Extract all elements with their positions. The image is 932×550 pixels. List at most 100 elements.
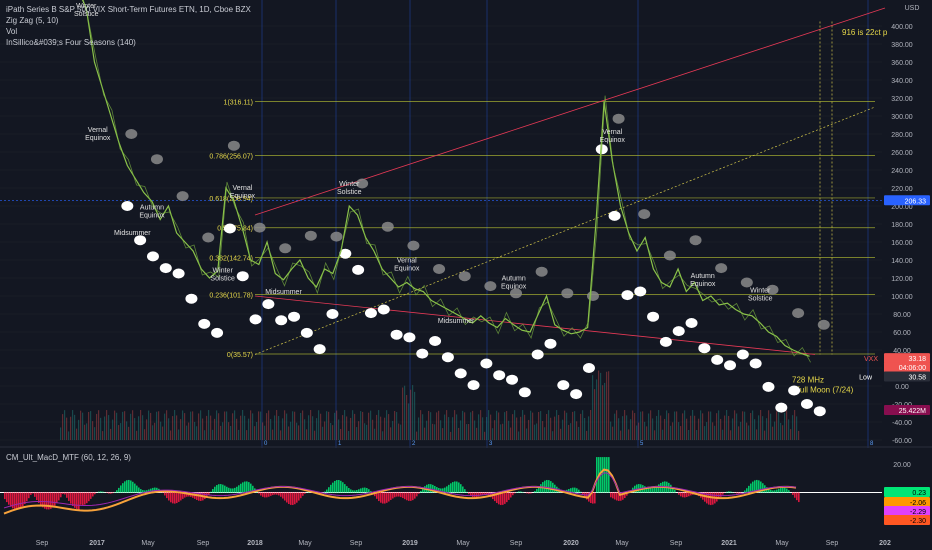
volume-bar xyxy=(126,421,128,440)
macd-histogram-bar xyxy=(500,492,502,506)
volume-bar xyxy=(604,382,606,440)
volume-bar xyxy=(100,417,102,440)
moon-waning-icon xyxy=(381,221,394,232)
macd-histogram-bar xyxy=(178,492,180,502)
cycle-number: 8 xyxy=(870,441,874,447)
macd-histogram-bar xyxy=(394,492,396,498)
moon-full-icon xyxy=(454,368,467,379)
volume-bar xyxy=(500,424,502,440)
time-axis-label: Sep xyxy=(826,540,839,547)
macd-histogram-bar xyxy=(576,488,578,493)
volume-bar xyxy=(180,419,182,440)
trend-line-dashed xyxy=(254,106,876,355)
moon-full-icon xyxy=(198,318,211,329)
macd-histogram-bar xyxy=(26,492,28,502)
time-axis-label: Sep xyxy=(350,540,363,547)
volume-bar xyxy=(586,430,588,440)
macd-histogram-bar xyxy=(712,492,714,505)
macd-histogram-bar xyxy=(142,490,144,493)
macd-histogram-bar xyxy=(66,492,68,498)
moon-waning-icon xyxy=(253,222,266,233)
volume-bar xyxy=(546,414,548,440)
macd-histogram-bar xyxy=(20,492,22,508)
volume-bar xyxy=(640,411,642,440)
volume-bar xyxy=(492,428,494,440)
macd-histogram-bar xyxy=(70,492,72,504)
volume-bar xyxy=(726,410,728,440)
price-tick-label: 160.00 xyxy=(891,240,913,247)
volume-bar xyxy=(728,415,730,440)
macd-histogram-bar xyxy=(546,479,548,493)
volume-bar xyxy=(788,419,790,440)
volume-bar xyxy=(64,410,66,440)
macd-histogram-bar xyxy=(132,481,134,493)
volume-bar xyxy=(170,430,172,440)
moon-full-icon xyxy=(557,380,570,391)
macd-histogram-bar xyxy=(118,487,120,493)
volume-bar xyxy=(244,415,246,440)
volume-bar xyxy=(718,410,720,440)
volume-bar xyxy=(110,428,112,440)
macd-histogram-bar xyxy=(174,492,176,504)
volume-bar xyxy=(312,416,314,440)
moon-waning-icon xyxy=(817,319,830,330)
volume-bar xyxy=(502,423,504,440)
volume-bar xyxy=(614,413,616,440)
moon-waning-icon xyxy=(715,263,728,274)
chart-canvas[interactable]: 1(316.11)0.786(256.07)0.618(208.94)0.5(1… xyxy=(0,0,932,550)
moon-full-icon xyxy=(685,318,698,328)
macd-histogram-bar xyxy=(14,492,16,510)
volume-bar xyxy=(296,422,298,440)
legend-symbol-title: iPath Series B S&P 500 VIX Short-Term Fu… xyxy=(6,5,251,14)
trend-lines: 916 is 22ct p 728 MHzFull Moon (7/24) xyxy=(0,7,888,394)
macd-histogram-bar xyxy=(592,492,594,504)
macd-histogram-bar xyxy=(350,489,352,493)
volume-bar xyxy=(452,417,454,440)
macd-histogram-bar xyxy=(580,491,582,493)
moon-full-icon xyxy=(159,263,172,274)
moon-full-icon xyxy=(647,311,660,322)
volume-bar xyxy=(232,413,234,440)
macd-histogram-bar xyxy=(512,492,514,496)
volume-bar xyxy=(630,419,632,440)
volume-bar xyxy=(406,395,408,440)
macd-histogram-bar xyxy=(402,492,404,499)
price-tick-label: 60.00 xyxy=(893,330,911,337)
volume-bar xyxy=(242,410,244,440)
macd-histogram-bar xyxy=(334,480,336,493)
volume-bar xyxy=(212,429,214,440)
volume-bar xyxy=(438,410,440,440)
macd-histogram-bar xyxy=(610,492,612,498)
volume-bar xyxy=(736,413,738,440)
macd-histogram-bar xyxy=(392,492,394,499)
macd-histogram-bar xyxy=(34,492,36,497)
time-axis-label: 2017 xyxy=(89,540,105,547)
volume-bar xyxy=(118,425,120,440)
macd-histogram-bar xyxy=(468,492,470,495)
volume-bar xyxy=(416,431,418,440)
volume-bar xyxy=(82,412,84,440)
volume-bar xyxy=(214,418,216,440)
macd-histogram-bar xyxy=(22,492,24,507)
season-label: Vernal xyxy=(232,185,252,192)
macd-histogram-bar xyxy=(272,492,274,496)
macd-histogram-bar xyxy=(412,492,414,501)
volume-bar xyxy=(518,431,520,440)
volume-bar xyxy=(270,419,272,440)
macd-histogram-bar xyxy=(788,490,790,493)
volume-bar xyxy=(688,430,690,440)
volume-bar xyxy=(350,417,352,440)
indicator-legend[interactable]: iPath Series B S&P 500 VIX Short-Term Fu… xyxy=(6,4,251,48)
macd-histogram-bar xyxy=(358,489,360,493)
macd-histogram-bar xyxy=(682,492,684,498)
macd-histogram-bar xyxy=(214,486,216,493)
macd-histogram-bar xyxy=(520,491,522,493)
volume-bar xyxy=(668,413,670,440)
volume-bar xyxy=(200,410,202,440)
volume-bar xyxy=(302,410,304,440)
moon-waning-icon xyxy=(150,154,163,165)
volume-bar xyxy=(684,410,686,440)
macd-histogram-bar xyxy=(300,492,302,499)
macd-histogram-bar xyxy=(540,484,542,493)
volume-bar xyxy=(272,429,274,440)
